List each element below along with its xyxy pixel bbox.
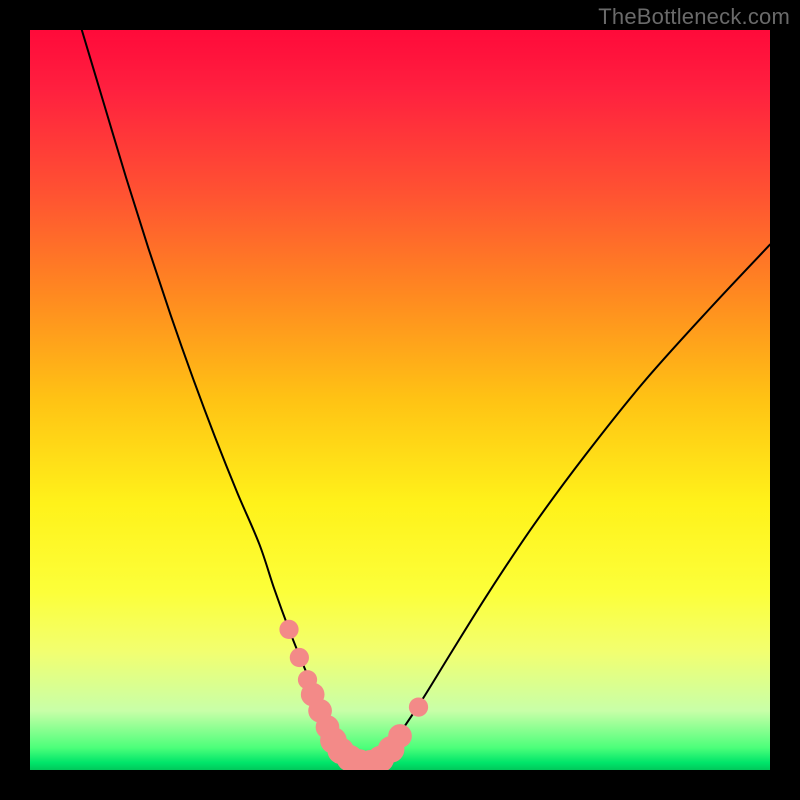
marker-layer <box>30 30 770 770</box>
plot-area <box>30 30 770 770</box>
chart-frame: TheBottleneck.com <box>0 0 800 800</box>
marker-point <box>388 724 412 748</box>
marker-point <box>290 648 309 667</box>
marker-point <box>279 620 298 639</box>
marker-point <box>409 697 428 716</box>
watermark-label: TheBottleneck.com <box>598 4 790 30</box>
